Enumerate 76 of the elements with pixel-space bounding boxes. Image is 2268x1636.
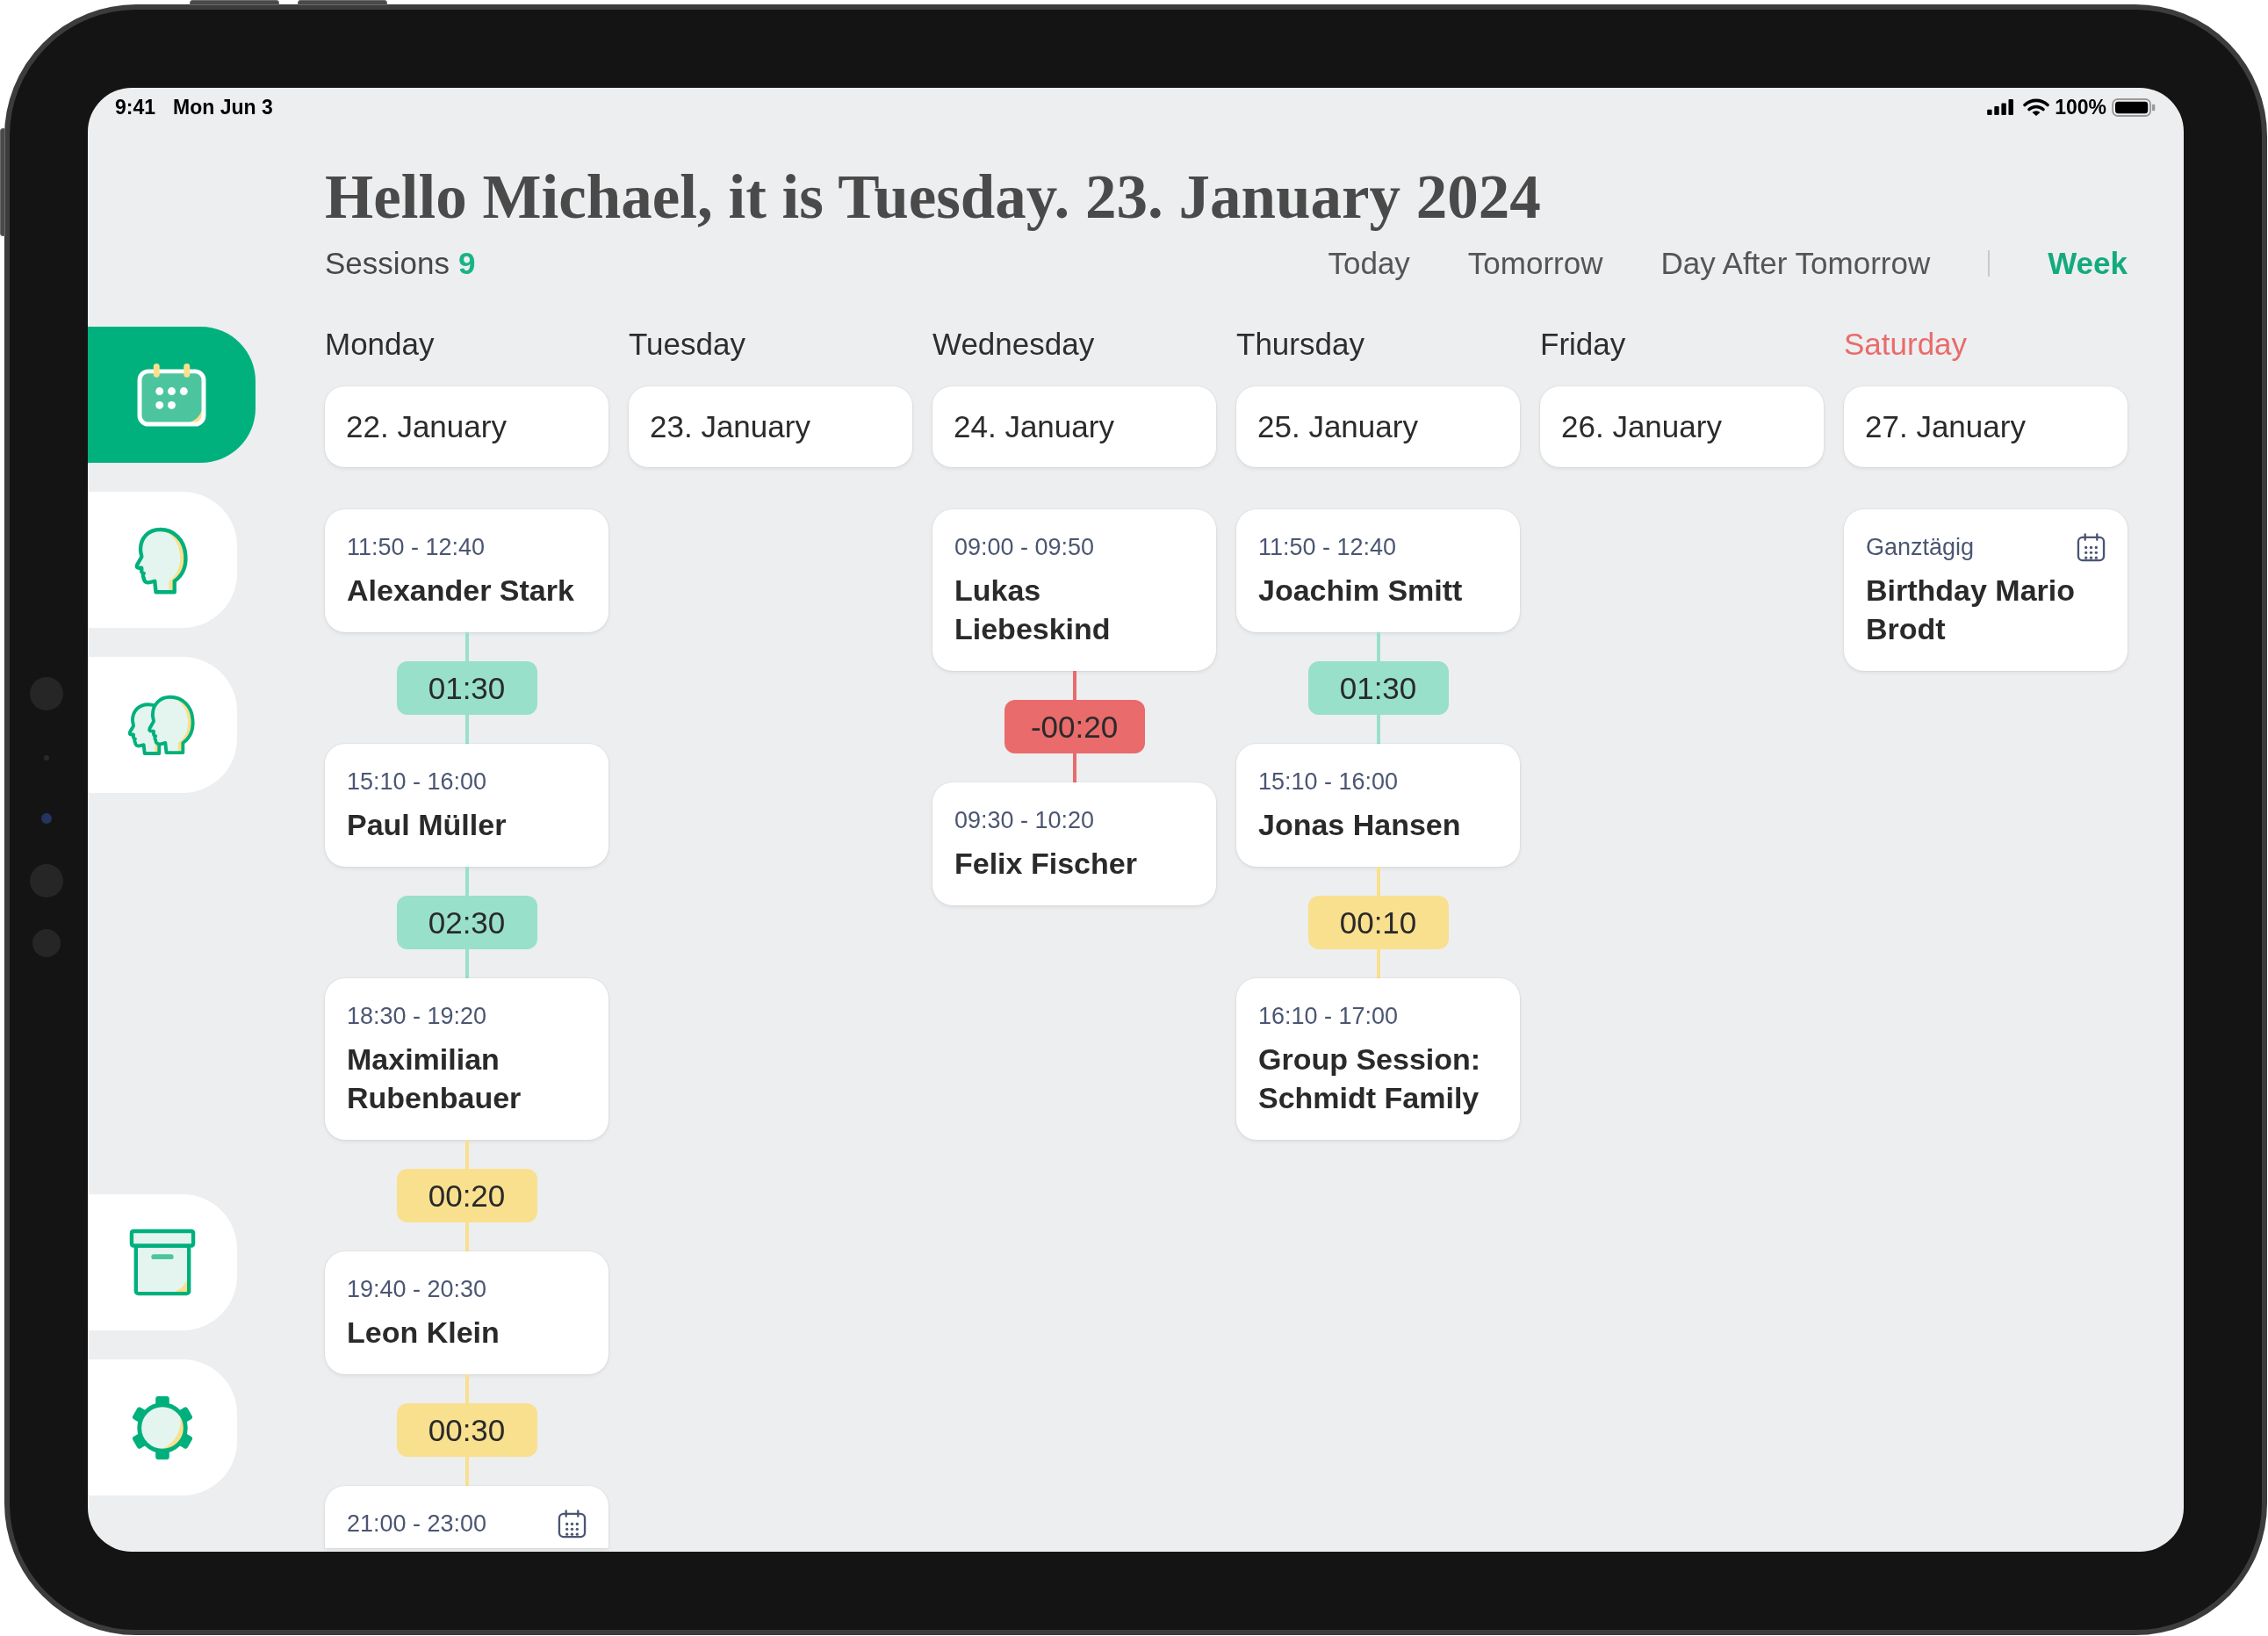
status-time: 9:41 bbox=[115, 95, 156, 119]
client-name: Group Session: Schmidt Family bbox=[1258, 1041, 1482, 1116]
session-time: 16:10 - 17:00 bbox=[1258, 1002, 1399, 1030]
weekday-label: Tuesday bbox=[629, 326, 745, 363]
session-card[interactable]: 18:30 - 19:20 Maximilian Rubenbauer bbox=[325, 978, 608, 1140]
client-name: Lukas Liebeskind bbox=[954, 573, 1112, 647]
date-card: 27. January bbox=[1844, 386, 2128, 467]
nav-item[interactable] bbox=[88, 657, 237, 793]
session-time: 19:40 - 20:30 bbox=[347, 1275, 487, 1303]
session-time: 15:10 - 16:00 bbox=[347, 768, 487, 796]
archive-box-icon bbox=[129, 1228, 196, 1297]
date-card: 24. January bbox=[932, 386, 1216, 467]
event-title: Birthday Mario Brodt bbox=[1866, 573, 2077, 647]
nav-item[interactable] bbox=[88, 1359, 237, 1495]
nav-item[interactable] bbox=[88, 492, 237, 628]
client-name: Paul Müller bbox=[347, 807, 508, 843]
session-card[interactable]: 16:10 - 17:00 Group Session: Schmidt Family bbox=[1236, 978, 1520, 1140]
calendar-icon bbox=[2077, 532, 2106, 562]
nav-item[interactable] bbox=[88, 327, 256, 463]
weekday-label: Wednesday bbox=[932, 326, 1095, 363]
client-name: Leon Klein bbox=[347, 1315, 500, 1351]
settings-icon bbox=[130, 1395, 195, 1460]
duration-badge: 00:20 bbox=[396, 1169, 537, 1222]
duration-badge: 01:30 bbox=[396, 661, 537, 715]
event-time: Ganztägig bbox=[1866, 533, 1975, 561]
sessions-label: Sessions bbox=[325, 246, 450, 281]
client-name: Joachim Smitt bbox=[1258, 573, 1464, 609]
date-card: 23. January bbox=[629, 386, 912, 467]
duration-badge: 00:30 bbox=[396, 1403, 537, 1457]
duration-badge: -00:20 bbox=[1004, 700, 1145, 753]
session-card[interactable]: 15:10 - 16:00 Paul Müller bbox=[325, 744, 608, 867]
session-card[interactable]: 15:10 - 16:00 Jonas Hansen bbox=[1236, 744, 1520, 867]
weekday-label: Saturday bbox=[1844, 326, 1968, 363]
page-title: Hello Michael, it is Tuesday. 23. January 2024 bbox=[325, 163, 1541, 230]
event-time: 21:00 - 23:00 bbox=[347, 1510, 487, 1538]
weekday-label: Friday bbox=[1540, 326, 1626, 363]
duration-badge: 00:10 bbox=[1307, 896, 1449, 949]
device-button[interactable] bbox=[298, 0, 387, 5]
session-card[interactable]: 09:00 - 09:50 Lukas Liebeskind bbox=[932, 509, 1216, 671]
session-time: 09:30 - 10:20 bbox=[954, 806, 1095, 834]
weekday-label: Monday bbox=[325, 326, 435, 363]
session-card[interactable]: 11:50 - 12:40 Joachim Smitt bbox=[1236, 509, 1520, 632]
battery-icon bbox=[2112, 97, 2156, 117]
view-tab[interactable]: Today bbox=[1328, 244, 1410, 283]
duration-badge: 02:30 bbox=[396, 896, 537, 949]
date-card: 26. January bbox=[1540, 386, 1824, 467]
wifi-icon bbox=[2023, 97, 2050, 117]
signal-icon bbox=[1986, 99, 2016, 115]
session-card[interactable]: 19:40 - 20:30 Leon Klein bbox=[325, 1251, 608, 1374]
status-date: Mon Jun 3 bbox=[173, 95, 273, 119]
session-card[interactable]: 11:50 - 12:40 Alexander Stark bbox=[325, 509, 608, 632]
weekday-label: Thursday bbox=[1236, 326, 1364, 363]
session-time: 18:30 - 19:20 bbox=[347, 1002, 487, 1030]
client-name: Maximilian Rubenbauer bbox=[347, 1041, 522, 1116]
device-button[interactable] bbox=[190, 0, 279, 5]
event-card[interactable]: 21:00 - 23:00 bbox=[325, 1486, 608, 1548]
session-time: 09:00 - 09:50 bbox=[954, 533, 1095, 561]
calendar-icon bbox=[137, 363, 206, 427]
date-card: 25. January bbox=[1236, 386, 1520, 467]
view-tab[interactable]: Day After Tomorrow bbox=[1660, 244, 1931, 283]
duration-badge: 01:30 bbox=[1307, 661, 1449, 715]
client-name: Felix Fischer bbox=[954, 846, 1138, 882]
view-tab[interactable]: Tomorrow bbox=[1467, 244, 1603, 283]
session-time: 11:50 - 12:40 bbox=[347, 533, 486, 561]
client-name: Jonas Hansen bbox=[1258, 807, 1462, 843]
calendar-icon bbox=[558, 1509, 587, 1539]
sessions-count: 9 bbox=[458, 246, 476, 281]
device-button[interactable] bbox=[0, 128, 5, 236]
session-time: 11:50 - 12:40 bbox=[1258, 533, 1397, 561]
client-name: Alexander Stark bbox=[347, 573, 575, 609]
battery-percent: 100% bbox=[2055, 95, 2106, 119]
date-card: 22. January bbox=[325, 386, 608, 467]
event-card[interactable]: Ganztägig Birthday Mario Brodt bbox=[1844, 509, 2128, 671]
session-card[interactable]: 09:30 - 10:20 Felix Fischer bbox=[932, 782, 1216, 905]
session-time: 15:10 - 16:00 bbox=[1258, 768, 1399, 796]
nav-item[interactable] bbox=[88, 1194, 237, 1330]
